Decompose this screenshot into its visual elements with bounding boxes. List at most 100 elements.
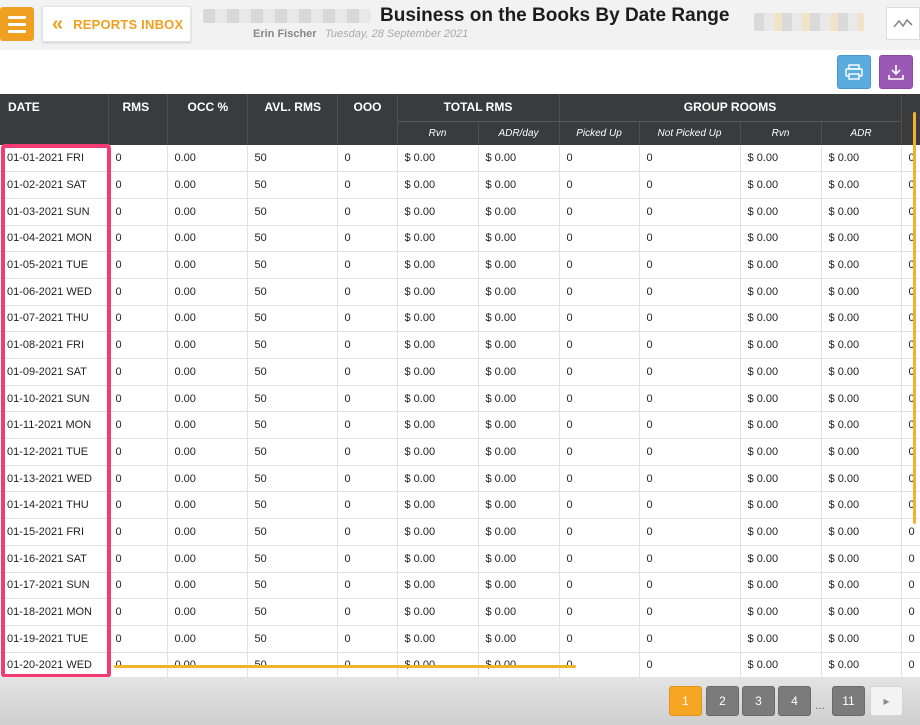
report-table-container[interactable]: DATE RMS OCC % AVL. RMS OOO TOTAL RMS GR… [0, 94, 920, 677]
table-cell: $ 0.00 [478, 358, 560, 386]
table-row[interactable]: 01-06-2021 WED 0 0.00 50 0 $ 0.00 $ 0.00 0 0 $ 0.… [0, 278, 920, 306]
page-button-4[interactable]: 4 [778, 686, 811, 716]
table-cell: 0.00 [167, 625, 248, 653]
table-row[interactable]: 01-04-2021 MON 0 0.00 50 0 $ 0.00 $ 0.00 0 0 $ 0.… [0, 225, 920, 253]
table-cell: 50 [247, 545, 338, 573]
report-table: DATE RMS OCC % AVL. RMS OOO TOTAL RMS GR… [0, 94, 920, 677]
table-cell: 50 [247, 358, 338, 386]
col-header-total-rms[interactable]: TOTAL RMS [397, 94, 560, 122]
table-row[interactable]: 01-03-2021 SUN 0 0.00 50 0 $ 0.00 $ 0.00 0 0 $ 0.… [0, 198, 920, 226]
col-header-date[interactable]: DATE [0, 94, 109, 145]
table-cell: $ 0.00 [821, 438, 902, 466]
subheader-group-adr[interactable]: ADR [821, 121, 902, 145]
table-cell: 0 [337, 225, 398, 253]
table-row[interactable]: 01-11-2021 MON 0 0.00 50 0 $ 0.00 $ 0.00 0 0 $ 0.… [0, 411, 920, 440]
table-cell: $ 0.00 [478, 251, 560, 279]
chevron-right-icon: ▸ [883, 694, 890, 708]
table-cell: 0 [108, 572, 168, 600]
page-button-2[interactable]: 2 [706, 686, 739, 716]
table-cell: 50 [247, 278, 338, 306]
table-cell: $ 0.00 [821, 358, 902, 386]
table-cell: 0 [559, 358, 640, 386]
table-cell: 0.00 [167, 145, 248, 173]
table-cell: $ 0.00 [821, 572, 902, 600]
table-cell: $ 0.00 [821, 225, 902, 253]
table-cell: 50 [247, 625, 338, 653]
reports-inbox-button[interactable]: « REPORTS INBOX [42, 6, 191, 42]
table-row[interactable]: 01-13-2021 WED 0 0.00 50 0 $ 0.00 $ 0.00 0 0 $ 0.… [0, 465, 920, 493]
table-cell: 0.00 [167, 331, 248, 359]
table-cell: $ 0.00 [740, 518, 822, 546]
table-cell: $ 0.00 [821, 251, 902, 279]
table-cell: 0 [639, 145, 741, 173]
table-cell: 0 [337, 145, 398, 173]
table-cell: 50 [247, 251, 338, 279]
table-cell: 0 [108, 198, 168, 226]
table-cell: $ 0.00 [397, 545, 479, 573]
table-row[interactable]: 01-01-2021 FRI 0 0.00 50 0 $ 0.00 $ 0.00 0 0 $ 0.… [0, 145, 920, 173]
date-cell: 01-16-2021 SAT [0, 545, 109, 573]
table-row[interactable]: 01-07-2021 THU 0 0.00 50 0 $ 0.00 $ 0.00 0 0 $ 0.… [0, 305, 920, 333]
table-row[interactable]: 01-18-2021 MON 0 0.00 50 0 $ 0.00 $ 0.00 0 0 $ 0.… [0, 598, 920, 626]
table-cell: 0 [108, 145, 168, 173]
table-cell: $ 0.00 [740, 305, 822, 333]
table-cell: 0 [901, 572, 920, 600]
table-cell: 0 [559, 598, 640, 626]
table-cell: 0 [639, 385, 741, 413]
table-row[interactable]: 01-10-2021 SUN 0 0.00 50 0 $ 0.00 $ 0.00 0 0 $ 0.… [0, 385, 920, 413]
table-cell: 0.00 [167, 305, 248, 333]
table-row[interactable]: 01-16-2021 SAT 0 0.00 50 0 $ 0.00 $ 0.00 0 0 $ 0.… [0, 545, 920, 573]
table-cell: 0 [559, 411, 640, 440]
table-cell: 0 [639, 572, 741, 600]
table-row[interactable]: 01-12-2021 TUE 0 0.00 50 0 $ 0.00 $ 0.00 0 0 $ 0.… [0, 438, 920, 466]
page-title: Business on the Books By Date Range [380, 5, 730, 26]
table-cell: $ 0.00 [740, 278, 822, 306]
table-row[interactable]: 01-15-2021 FRI 0 0.00 50 0 $ 0.00 $ 0.00 0 0 $ 0.… [0, 518, 920, 546]
table-cell: $ 0.00 [397, 358, 479, 386]
table-cell: 0 [639, 251, 741, 279]
table-cell: 0 [108, 251, 168, 279]
col-header-rms[interactable]: RMS [108, 94, 168, 145]
subheader-group-rvn[interactable]: Rvn [740, 121, 822, 145]
table-cell: $ 0.00 [821, 331, 902, 359]
table-cell: 0 [337, 518, 398, 546]
date-cell: 01-01-2021 FRI [0, 145, 109, 173]
graph-button[interactable] [886, 7, 920, 40]
table-cell: 0 [108, 278, 168, 306]
page-button-3[interactable]: 3 [742, 686, 775, 716]
subheader-picked-up[interactable]: Picked Up [559, 121, 640, 145]
table-cell: 0 [559, 545, 640, 573]
table-cell: 0.00 [167, 518, 248, 546]
table-row[interactable]: 01-09-2021 SAT 0 0.00 50 0 $ 0.00 $ 0.00 0 0 $ 0.… [0, 358, 920, 386]
col-header-group-rooms[interactable]: GROUP ROOMS [559, 94, 902, 122]
table-cell: $ 0.00 [478, 465, 560, 493]
date-cell: 01-03-2021 SUN [0, 198, 109, 226]
col-header-occ[interactable]: OCC % [167, 94, 248, 145]
table-cell: 0 [639, 411, 741, 440]
date-cell: 01-04-2021 MON [0, 225, 109, 253]
print-button[interactable] [837, 55, 871, 89]
subheader-total-rvn[interactable]: Rvn [397, 121, 479, 145]
table-row[interactable]: 01-02-2021 SAT 0 0.00 50 0 $ 0.00 $ 0.00 0 0 $ 0.… [0, 171, 920, 199]
table-cell: 0 [108, 598, 168, 626]
table-row[interactable]: 01-08-2021 FRI 0 0.00 50 0 $ 0.00 $ 0.00 0 0 $ 0.… [0, 331, 920, 359]
table-cell: 0 [901, 491, 920, 520]
table-cell: $ 0.00 [478, 385, 560, 413]
table-cell: 0.00 [167, 225, 248, 253]
menu-button[interactable] [0, 7, 34, 41]
table-cell: 0 [337, 411, 398, 440]
subheader-total-adr[interactable]: ADR/day [478, 121, 560, 145]
table-row[interactable]: 01-14-2021 THU 0 0.00 50 0 $ 0.00 $ 0.00 0 0 $ 0.… [0, 491, 920, 520]
download-button[interactable] [879, 55, 913, 89]
table-row[interactable]: 01-05-2021 TUE 0 0.00 50 0 $ 0.00 $ 0.00 0 0 $ 0.… [0, 251, 920, 279]
table-row[interactable]: 01-19-2021 TUE 0 0.00 50 0 $ 0.00 $ 0.00 0 0 $ 0.… [0, 625, 920, 653]
table-row[interactable]: 01-17-2021 SUN 0 0.00 50 0 $ 0.00 $ 0.00 0 0 $ 0.… [0, 572, 920, 600]
col-header-ooo[interactable]: OOO [337, 94, 398, 145]
col-header-avl-rms[interactable]: AVL. RMS [247, 94, 338, 145]
table-cell: $ 0.00 [821, 411, 902, 440]
page-button-1[interactable]: 1 [669, 686, 702, 716]
subheader-not-picked-up[interactable]: Not Picked Up [639, 121, 741, 145]
page-button-11[interactable]: 11 [832, 686, 865, 716]
next-page-button[interactable]: ▸ [870, 686, 903, 716]
table-cell: 0 [639, 438, 741, 466]
